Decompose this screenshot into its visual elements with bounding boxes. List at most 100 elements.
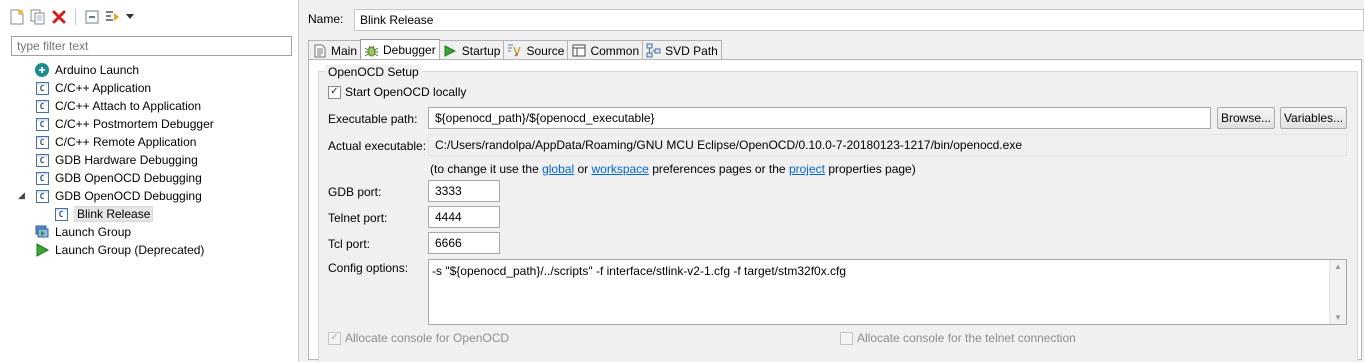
actual-executable-label: Actual executable:: [328, 139, 427, 153]
config-options-textarea[interactable]: -s "${openocd_path}/../scripts" -f inter…: [428, 259, 1347, 325]
name-label: Name:: [308, 12, 344, 26]
svd-path-icon: [646, 43, 661, 58]
tab-startup[interactable]: Startup: [438, 40, 505, 60]
c-file-icon: C: [34, 170, 50, 186]
tab-label: SVD Path: [665, 43, 718, 58]
config-options-scrollbar[interactable]: ▲ ▼: [1329, 260, 1346, 324]
allocate-console-checkbox: ✓: [328, 331, 341, 345]
tree-item-gdb-hardware[interactable]: C GDB Hardware Debugging: [0, 151, 299, 169]
executable-path-input[interactable]: ${openocd_path}/${openocd_executable}: [428, 107, 1211, 129]
expanded-arrow-icon[interactable]: ◢: [18, 190, 25, 201]
source-icon: [507, 43, 522, 58]
tab-label: Common: [590, 43, 640, 58]
tab-label: Debugger: [383, 43, 436, 57]
tree-item-gdb-openocd-expanded[interactable]: ◢ C GDB OpenOCD Debugging: [0, 187, 299, 205]
project-link[interactable]: project: [789, 162, 825, 176]
tree-item-cpp-remote[interactable]: C C/C++ Remote Application: [0, 133, 299, 151]
scroll-down-icon[interactable]: ▼: [1334, 313, 1342, 322]
tree-item-label: Arduino Launch: [55, 63, 140, 77]
name-input[interactable]: [354, 9, 1364, 31]
start-openocd-locally[interactable]: ✓ Start OpenOCD locally: [328, 85, 466, 99]
tree-item-cpp-attach[interactable]: C C/C++ Attach to Application: [0, 97, 299, 115]
tab-svd-path[interactable]: SVD Path: [642, 40, 722, 60]
allocate-console-telnet: Allocate console for the telnet connecti…: [840, 331, 1076, 345]
launch-config-toolbar: [0, 0, 298, 34]
launch-config-tree: Arduino Launch C C/C++ Application C C/C…: [0, 61, 299, 259]
tree-item-label: Launch Group: [55, 225, 132, 239]
tree-item-label: C/C++ Remote Application: [55, 135, 197, 149]
tab-label: Source: [526, 43, 565, 58]
executable-path-label: Executable path:: [328, 112, 418, 126]
duplicate-icon[interactable]: [29, 8, 47, 26]
tab-common[interactable]: Common: [567, 40, 644, 60]
gdb-port-input[interactable]: 3333: [428, 180, 500, 202]
main-tab-icon: [312, 43, 327, 58]
c-file-icon: C: [34, 188, 50, 204]
c-file-icon: C: [53, 206, 69, 222]
tree-item-gdb-openocd[interactable]: C GDB OpenOCD Debugging: [0, 169, 299, 187]
launch-group-icon: [34, 224, 50, 240]
variables-button[interactable]: Variables...: [1280, 107, 1347, 129]
global-link[interactable]: global: [542, 162, 574, 176]
tab-main[interactable]: Main: [308, 40, 362, 60]
tab-label: Startup: [461, 43, 501, 58]
workspace-link[interactable]: workspace: [591, 162, 648, 176]
gdb-port-label: GDB port:: [328, 185, 382, 199]
openocd-setup-group: OpenOCD Setup ✓ Start OpenOCD locally Ex…: [318, 65, 1358, 361]
browse-button[interactable]: Browse...: [1217, 107, 1275, 129]
allocate-console-openocd: ✓ Allocate console for OpenOCD: [328, 331, 509, 345]
hint-prefix: (to change it use the: [430, 162, 539, 176]
config-options-text: -s "${openocd_path}/../scripts" -f inter…: [432, 264, 847, 278]
tree-item-label: Blink Release: [74, 206, 154, 222]
tree-item-launch-group-deprecated[interactable]: Launch Group (Deprecated): [0, 241, 299, 259]
scroll-up-icon[interactable]: ▲: [1334, 262, 1342, 271]
arduino-icon: [34, 62, 50, 78]
telnet-port-label: Telnet port:: [328, 211, 388, 225]
c-file-icon: C: [34, 134, 50, 150]
tree-item-cpp-postmortem[interactable]: C C/C++ Postmortem Debugger: [0, 115, 299, 133]
allocate-telnet-label: Allocate console for the telnet connecti…: [857, 331, 1076, 345]
preferences-hint: (to change it use the global or workspac…: [430, 162, 916, 176]
tree-item-label: C/C++ Attach to Application: [55, 99, 202, 113]
tree-item-cpp-application[interactable]: C C/C++ Application: [0, 79, 299, 97]
c-file-icon: C: [34, 80, 50, 96]
tab-label: Main: [331, 43, 358, 58]
tab-source[interactable]: Source: [503, 40, 569, 60]
launch-config-editor: Name: Main Debugger Startup Source: [300, 0, 1364, 362]
tree-item-label: GDB OpenOCD Debugging: [55, 189, 202, 203]
collapse-all-icon[interactable]: [83, 8, 101, 26]
launch-arrow-icon: [34, 242, 50, 258]
hint-middle: preferences pages or the: [652, 162, 786, 176]
tree-item-label: C/C++ Application: [55, 81, 152, 95]
hint-suffix: properties page): [828, 162, 916, 176]
group-title: OpenOCD Setup: [325, 65, 422, 79]
tree-item-blink-release[interactable]: C Blink Release: [0, 205, 299, 223]
c-file-icon: C: [34, 116, 50, 132]
new-config-icon[interactable]: [8, 8, 26, 26]
tree-item-label: C/C++ Postmortem Debugger: [55, 117, 214, 131]
filter-input[interactable]: [11, 36, 292, 56]
tree-item-arduino-launch[interactable]: Arduino Launch: [0, 61, 299, 79]
dropdown-arrow-icon[interactable]: [125, 8, 135, 26]
tcl-port-input[interactable]: 6666: [428, 232, 500, 254]
filter-icon[interactable]: [104, 8, 122, 26]
debugger-bug-icon: [364, 43, 379, 58]
allocate-console-label: Allocate console for OpenOCD: [345, 331, 510, 345]
startup-play-icon: [443, 43, 458, 58]
c-file-icon: C: [34, 152, 50, 168]
start-locally-checkbox[interactable]: ✓: [328, 85, 341, 99]
actual-executable-value: C:/Users/randolpa/AppData/Roaming/GNU MC…: [428, 134, 1347, 156]
launch-config-list-pane: Arduino Launch C C/C++ Application C C/C…: [0, 0, 299, 362]
config-tabs: Main Debugger Startup Source Common SVD …: [308, 39, 722, 60]
hint-or: or: [577, 162, 589, 176]
telnet-port-input[interactable]: 4444: [428, 206, 500, 228]
allocate-telnet-checkbox: [840, 331, 853, 345]
tree-item-launch-group[interactable]: Launch Group: [0, 223, 299, 241]
tab-debugger[interactable]: Debugger: [360, 39, 440, 60]
delete-icon[interactable]: [50, 8, 68, 26]
tcl-port-label: Tcl port:: [328, 237, 371, 251]
start-locally-label: Start OpenOCD locally: [345, 85, 467, 99]
c-file-icon: C: [34, 98, 50, 114]
tree-item-label: Launch Group (Deprecated): [55, 243, 205, 257]
config-options-label: Config options:: [328, 261, 409, 275]
